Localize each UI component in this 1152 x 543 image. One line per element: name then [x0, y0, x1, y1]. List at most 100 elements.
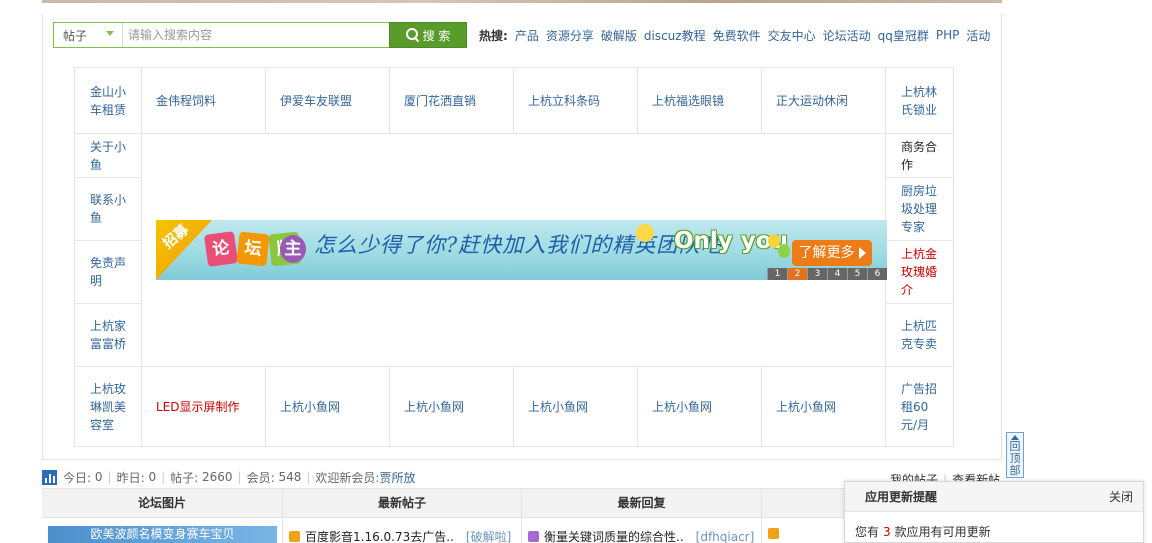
notice-text-after: 款应用有可用更新 [894, 525, 991, 539]
hot-link[interactable]: 交友中心 [768, 27, 816, 44]
search-scope-select[interactable]: 帖子 [54, 23, 123, 47]
notice-title: 应用更新提醒 [865, 490, 938, 504]
hot-link[interactable]: 免费软件 [713, 27, 761, 44]
search-button[interactable]: 搜 索 [389, 22, 467, 48]
app-update-notice: 应用更新提醒 关闭 您有 3 款应用有可用更新 [844, 481, 1144, 543]
friend-link[interactable]: 上杭林氏锁业 [901, 85, 937, 117]
search-icon [405, 28, 420, 42]
reply-author[interactable]: [dfhqiacr] [696, 530, 755, 543]
friend-link[interactable]: 上杭金玫瑰婚介 [901, 247, 937, 297]
back-to-top-label: 回顶部 [1009, 440, 1021, 477]
link-cell: 金伟程饲料 [141, 67, 266, 134]
latest-posts-column: 百度影音1.16.0.73去广告.. [破解啦] [283, 518, 522, 543]
posts-label: 帖子: [170, 470, 199, 485]
banner-pager: 1 2 3 4 5 6 [767, 268, 887, 280]
banner-corner-ribbon: 招募 [156, 220, 212, 280]
banner-page[interactable]: 1 [767, 268, 787, 280]
hot-link[interactable]: 破解版 [601, 27, 637, 44]
banner-cell: 招募 论 坛 版 主 怎么少得了你?赶快加入我们的精英团队吧! Only you… [141, 133, 887, 367]
post-title[interactable]: 百度影音1.16.0.73去广告.. [305, 528, 454, 543]
friend-link[interactable]: 伊爱车友联盟 [280, 94, 352, 108]
friend-link[interactable]: 上杭小鱼网 [528, 400, 588, 414]
hot-link[interactable]: qq皇冠群 [878, 27, 929, 44]
hot-link[interactable]: discuz教程 [644, 27, 706, 44]
post-category[interactable]: [破解啦] [466, 528, 511, 543]
sun-icon [636, 224, 654, 242]
hot-link[interactable]: 产品 [515, 27, 539, 44]
banner-page[interactable]: 5 [847, 268, 867, 280]
link-cell: 厦门花洒直销 [389, 67, 514, 134]
link-cell: 上杭小鱼网 [513, 366, 638, 447]
friend-link[interactable]: 上杭匹克专卖 [901, 319, 937, 351]
link-cell: 上杭玫琳凯美容室 [74, 366, 142, 447]
link-cell: 上杭家富富桥 [74, 303, 142, 367]
search-scope-label: 帖子 [63, 28, 88, 43]
tab-latest-posts[interactable]: 最新帖子 [283, 489, 522, 518]
hot-link[interactable]: 资源分享 [546, 27, 594, 44]
banner-page[interactable]: 4 [827, 268, 847, 280]
recruit-banner[interactable]: 招募 论 坛 版 主 怎么少得了你?赶快加入我们的精英团队吧! Only you… [156, 220, 887, 280]
learn-more-button[interactable]: 了解更多 [792, 240, 872, 266]
friend-link[interactable]: 关于小鱼 [90, 140, 126, 172]
link-cell: 上杭小鱼网 [761, 366, 886, 447]
welcome-label: 欢迎新会员: [315, 470, 380, 485]
link-cell: 上杭小鱼网 [265, 366, 390, 447]
reply-icon [528, 531, 539, 542]
newest-member-link[interactable]: 贾所放 [379, 469, 415, 486]
back-to-top-button[interactable]: 回顶部 [1006, 432, 1024, 478]
learn-more-label: 了解更多 [798, 245, 855, 261]
friend-link[interactable]: 广告招租60元/月 [901, 382, 937, 432]
notice-count[interactable]: 3 [883, 525, 891, 539]
friend-link[interactable]: 上杭小鱼网 [776, 400, 836, 414]
banner-page-active[interactable]: 2 [787, 268, 807, 280]
link-cell: 广告招租60元/月 [885, 366, 954, 447]
friend-link[interactable]: LED显示屏制作 [156, 400, 240, 414]
forum-stats: 今日: 0 | 昨日: 0 | 帖子: 2660 | 会员: 548 | 欢迎新… [42, 469, 415, 485]
friend-link[interactable]: 厦门花洒直销 [404, 94, 476, 108]
yesterday-label: 昨日: [116, 470, 145, 485]
today-label: 今日: [63, 470, 92, 485]
friend-link[interactable]: 上杭小鱼网 [404, 400, 464, 414]
link-cell: 上杭小鱼网 [637, 366, 762, 447]
friend-link[interactable]: 金伟程饲料 [156, 94, 216, 108]
balloon-icon [778, 244, 790, 258]
notice-close-button[interactable]: 关闭 [1109, 488, 1133, 505]
friend-link[interactable]: 上杭福选眼镜 [652, 94, 724, 108]
reply-title[interactable]: 衡量关键词质量的综合性.. [544, 528, 684, 543]
friend-link[interactable]: 商务合作 [901, 140, 937, 172]
members-count: 548 [278, 470, 302, 484]
friend-link[interactable]: 厨房垃圾处理专家 [901, 184, 937, 234]
banner-page[interactable]: 6 [867, 268, 887, 280]
friend-link[interactable]: 上杭立科条码 [528, 94, 600, 108]
link-cell: 上杭小鱼网 [389, 366, 514, 447]
link-cell: 关于小鱼 [74, 133, 142, 178]
list-item[interactable]: 衡量关键词质量的综合性.. [dfhqiacr] [528, 528, 754, 543]
link-cell: 上杭福选眼镜 [637, 67, 762, 134]
friend-link[interactable]: 联系小鱼 [90, 193, 126, 225]
friend-link[interactable]: 上杭小鱼网 [652, 400, 712, 414]
link-cell: 联系小鱼 [74, 177, 142, 241]
banner-tag: 主 [280, 235, 306, 263]
friend-link[interactable]: 免责声明 [90, 256, 126, 288]
tab-forum-pictures[interactable]: 论坛图片 [42, 489, 283, 518]
search-box: 帖子 搜 索 [53, 22, 467, 48]
banner-tag: 坛 [236, 231, 270, 267]
friend-link[interactable]: 上杭家富富桥 [90, 319, 126, 351]
search-input[interactable] [123, 23, 389, 47]
friend-link[interactable]: 上杭玫琳凯美容室 [90, 382, 126, 432]
link-cell: LED显示屏制作 [141, 366, 266, 447]
notice-body: 您有 3 款应用有可用更新 [845, 512, 1143, 540]
hot-search-label: 热搜: [479, 28, 508, 43]
friend-link[interactable]: 上杭小鱼网 [280, 400, 340, 414]
friend-link[interactable]: 金山小车租赁 [90, 85, 126, 117]
banner-slogan: 怎么少得了你?赶快加入我们的精英团队吧! [314, 233, 732, 257]
friend-link[interactable]: 正大运动休闲 [776, 94, 848, 108]
hot-link[interactable]: PHP [936, 28, 960, 42]
forum-picture[interactable]: 欧美波颜名模变身赛车宝贝 [48, 526, 277, 543]
list-item[interactable]: 百度影音1.16.0.73去广告.. [破解啦] [289, 528, 511, 543]
link-cell: 免责声明 [74, 240, 142, 304]
hot-link[interactable]: 论坛活动 [823, 27, 871, 44]
banner-page[interactable]: 3 [807, 268, 827, 280]
tab-latest-replies[interactable]: 最新回复 [522, 489, 762, 518]
hot-link[interactable]: 活动 [966, 27, 990, 44]
